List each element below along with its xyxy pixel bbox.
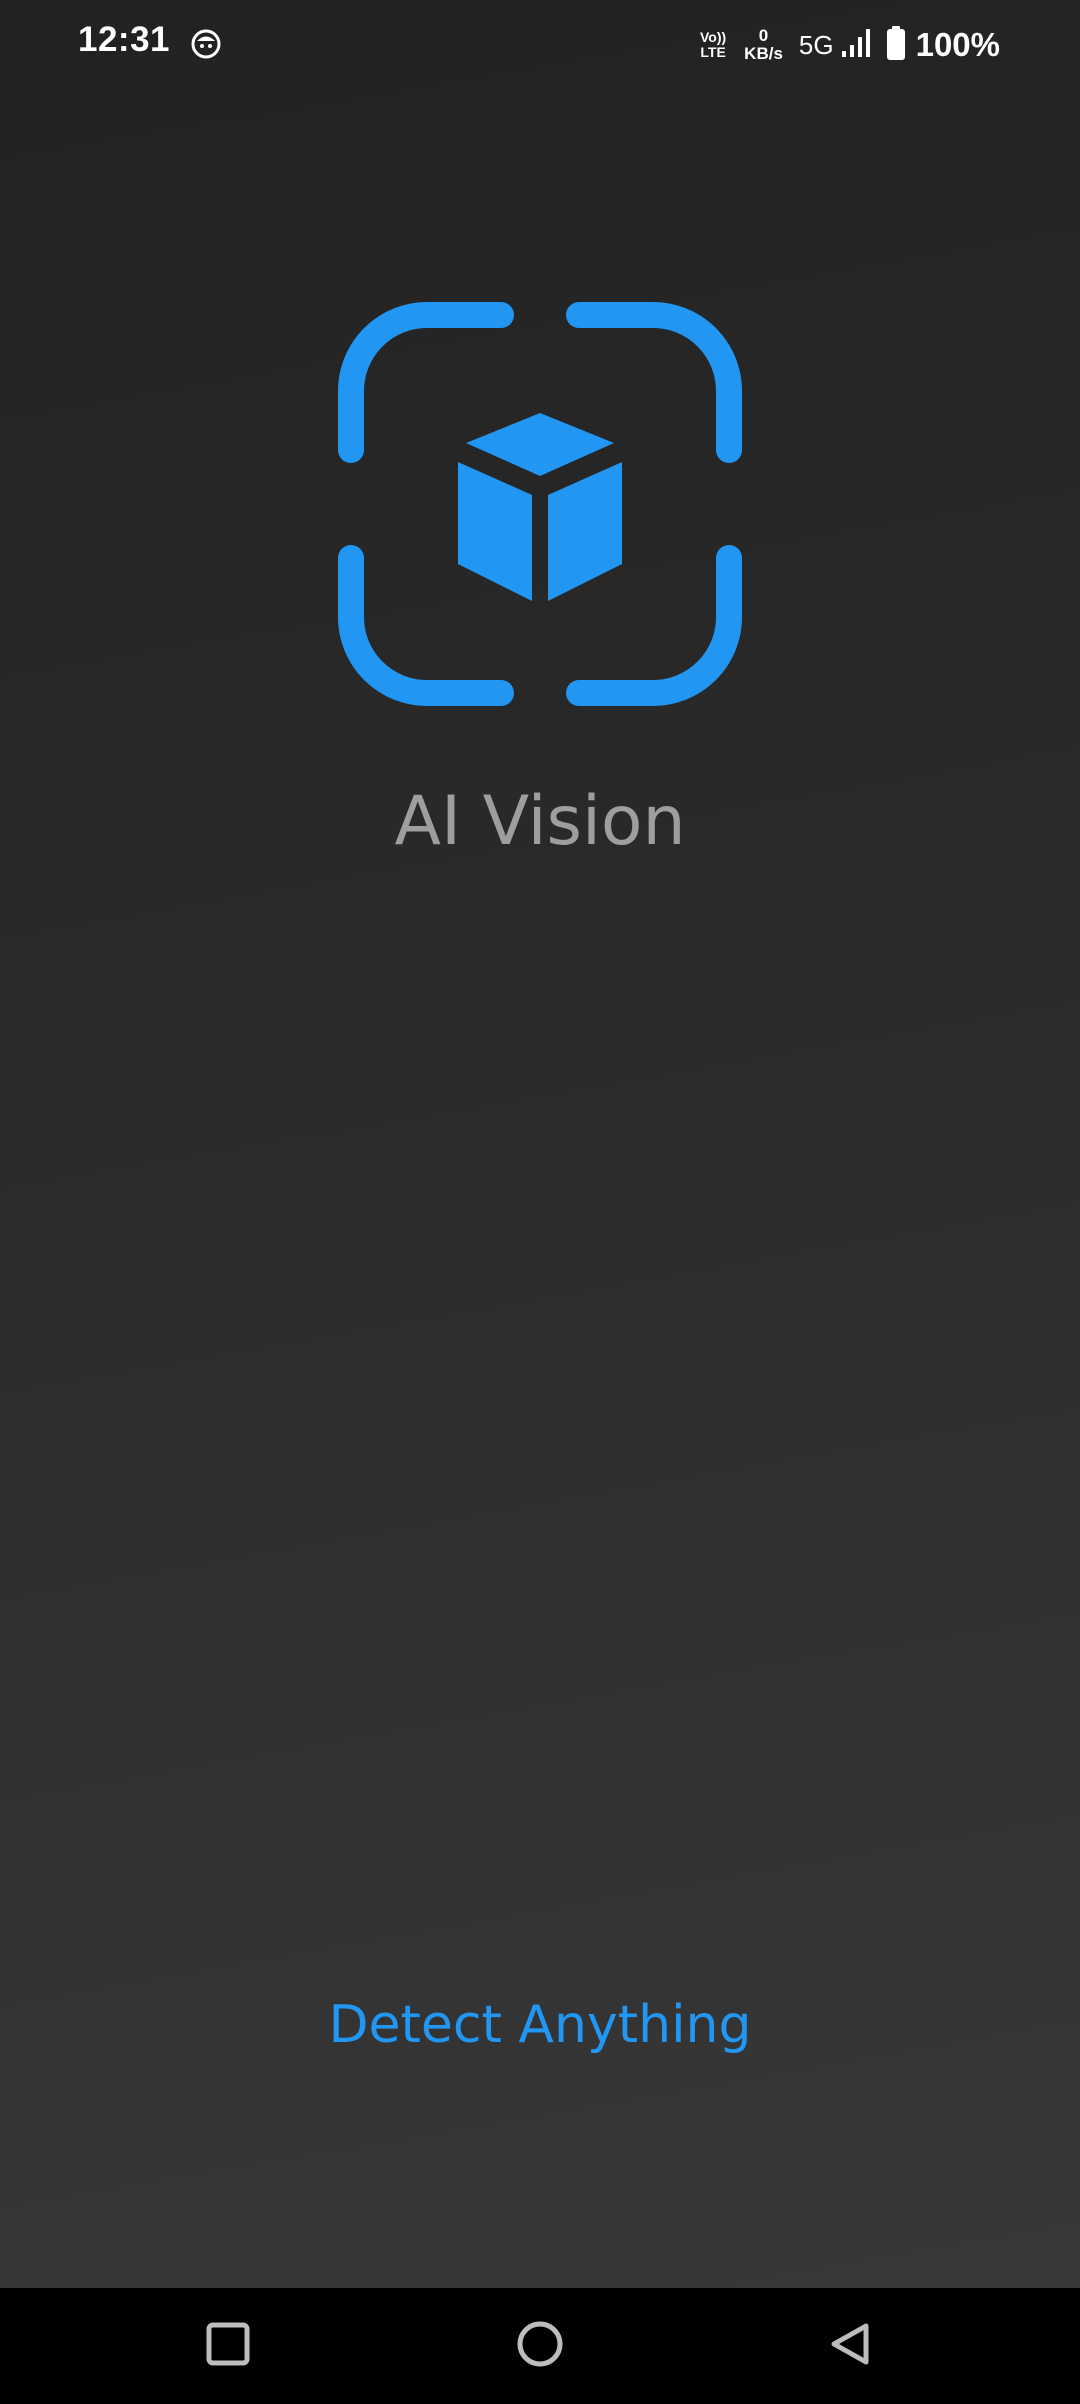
back-button[interactable]	[820, 2316, 880, 2376]
status-bar: 12:31 Vo)) LTE 0 KB/s 5G 100%	[0, 0, 1080, 88]
recents-button[interactable]	[198, 2316, 258, 2376]
network-type: 5G	[798, 29, 834, 60]
net-speed-unit: KB/s	[744, 44, 783, 63]
signal-bars-icon	[840, 27, 872, 64]
volte-indicator: Vo)) LTE	[700, 30, 726, 60]
status-time: 12:31	[78, 20, 171, 59]
battery-percent: 100%	[915, 26, 1000, 63]
navigation-bar	[0, 2288, 1080, 2404]
volte-top-label: Vo))	[699, 29, 727, 45]
battery-icon	[886, 25, 906, 65]
square-icon	[205, 2321, 251, 2372]
circle-icon	[515, 2319, 565, 2374]
net-speed-value: 0	[758, 26, 769, 45]
triangle-back-icon	[826, 2320, 874, 2373]
volte-bottom-label: LTE	[700, 44, 726, 60]
net-speed-indicator: 0 KB/s	[744, 27, 783, 63]
home-button[interactable]	[510, 2316, 570, 2376]
face-icon	[190, 28, 222, 60]
scan-cube-icon	[336, 300, 744, 708]
detect-anything-button[interactable]: Detect Anything	[290, 1985, 790, 2065]
status-indicators: Vo)) LTE 0 KB/s 5G 100%	[700, 20, 1000, 70]
app-title: AI Vision	[394, 782, 686, 861]
